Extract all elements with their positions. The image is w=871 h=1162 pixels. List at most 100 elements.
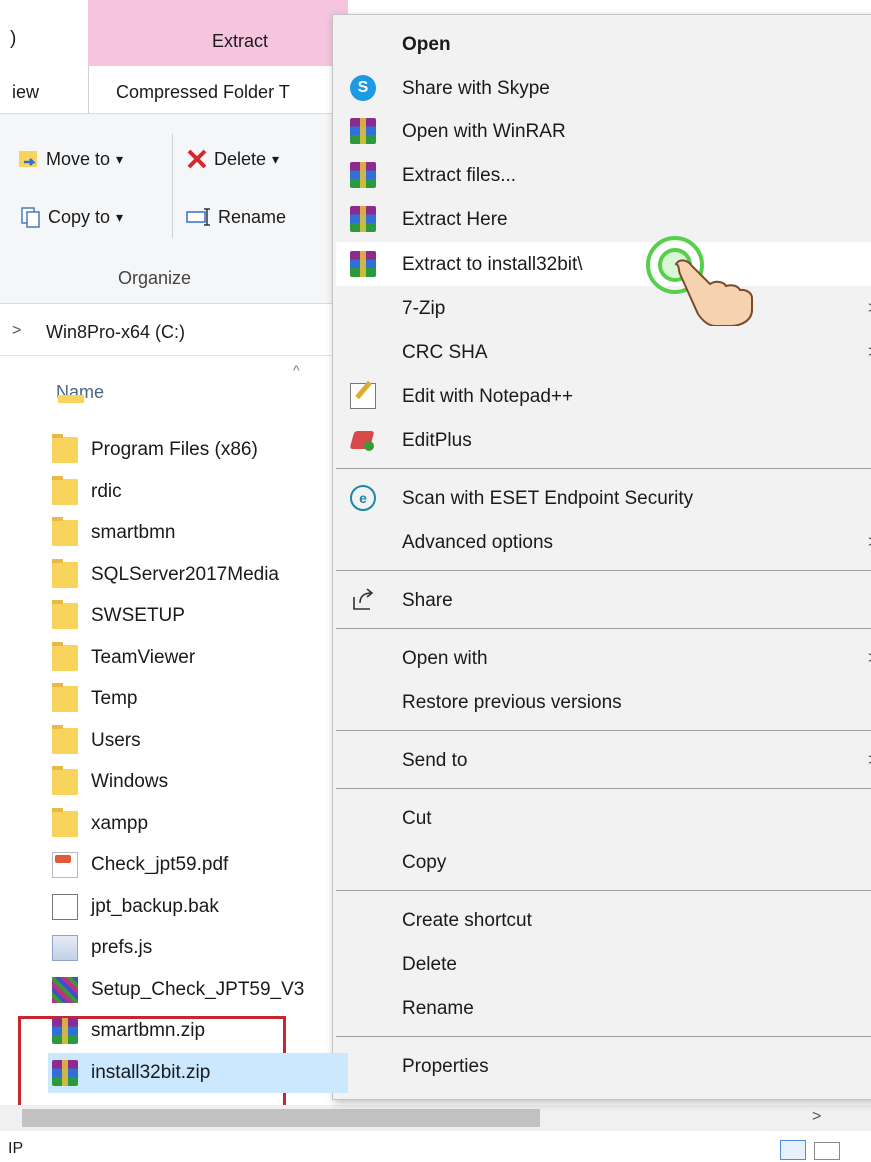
menu-item-extract-to-folder[interactable]: Extract to install32bit\ bbox=[336, 242, 871, 286]
file-list-item[interactable]: Check_jpt59.pdf bbox=[52, 845, 352, 885]
menu-separator bbox=[336, 788, 871, 789]
file-list-item[interactable]: Users bbox=[52, 721, 352, 761]
file-list-item[interactable]: rdic bbox=[52, 472, 352, 512]
folder-icon bbox=[52, 808, 78, 837]
menu-item-extract-here[interactable]: Extract Here bbox=[336, 197, 871, 241]
menu-item-label: Send to bbox=[402, 750, 468, 771]
rename-button[interactable]: Rename bbox=[186, 206, 286, 228]
pointing-hand-icon bbox=[674, 259, 753, 326]
menu-item-delete[interactable]: Delete bbox=[336, 942, 871, 986]
menu-item-send-to[interactable]: Send to > bbox=[336, 738, 871, 782]
menu-item-crc-sha[interactable]: CRC SHA > bbox=[336, 330, 871, 374]
large-icons-view-icon[interactable] bbox=[814, 1142, 840, 1160]
extract-context-tab[interactable]: Extract bbox=[88, 0, 348, 66]
menu-item-advanced-options[interactable]: Advanced options > bbox=[336, 520, 871, 564]
copy-to-button[interactable]: Copy to ▾ bbox=[20, 206, 123, 228]
menu-item-label: Cut bbox=[402, 808, 432, 829]
folder-icon bbox=[52, 766, 78, 795]
menu-item-edit-with-notepadpp[interactable]: Edit with Notepad++ bbox=[336, 374, 871, 418]
menu-item-open-with-winrar[interactable]: Open with WinRAR bbox=[336, 109, 871, 153]
file-name: Setup_Check_JPT59_V3 bbox=[91, 979, 305, 1000]
menu-item-label: CRC SHA bbox=[402, 342, 488, 363]
file-list-item[interactable]: xampp bbox=[52, 804, 352, 844]
winrar-archive-icon bbox=[52, 1018, 78, 1044]
menu-item-label: Share with Skype bbox=[402, 78, 550, 99]
move-to-button[interactable]: Move to ▾ bbox=[18, 148, 123, 170]
file-name: xampp bbox=[91, 813, 149, 834]
menu-item-open[interactable]: Open bbox=[336, 22, 871, 66]
tab-view[interactable]: iew bbox=[12, 82, 39, 103]
menu-item-properties[interactable]: Properties bbox=[336, 1044, 871, 1088]
menu-item-open-with[interactable]: Open with > bbox=[336, 636, 871, 680]
file-list-item[interactable]: jpt_backup.bak bbox=[52, 887, 352, 927]
breadcrumb-chevron-icon[interactable]: > bbox=[12, 322, 21, 340]
scrollbar-thumb[interactable] bbox=[22, 1109, 540, 1127]
folder-icon bbox=[52, 683, 78, 712]
menu-item-copy[interactable]: Copy bbox=[336, 840, 871, 884]
folder-icon bbox=[52, 559, 78, 588]
script-file-icon bbox=[52, 935, 78, 961]
breadcrumb-drive[interactable]: Win8Pro-x64 (C:) bbox=[46, 322, 185, 343]
file-name: jpt_backup.bak bbox=[91, 896, 219, 917]
menu-separator bbox=[336, 1036, 871, 1037]
file-list-item[interactable]: prefs.js bbox=[52, 928, 352, 968]
menu-item-7-zip[interactable]: 7-Zip > bbox=[336, 286, 871, 330]
menu-item-label: Delete bbox=[402, 954, 457, 975]
notepadpp-icon bbox=[350, 383, 376, 409]
menu-item-extract-files[interactable]: Extract files... bbox=[336, 153, 871, 197]
file-name: prefs.js bbox=[91, 937, 153, 958]
menu-item-label: EditPlus bbox=[402, 430, 472, 451]
file-list-item[interactable]: install32bit.zip bbox=[48, 1053, 348, 1093]
file-list-item[interactable]: Temp bbox=[52, 679, 352, 719]
move-to-icon bbox=[19, 151, 37, 167]
menu-item-share[interactable]: Share bbox=[336, 578, 871, 622]
status-text: IP bbox=[8, 1140, 24, 1157]
menu-item-share-with-skype[interactable]: S Share with Skype bbox=[336, 66, 871, 110]
winrar-icon bbox=[350, 162, 376, 188]
file-name: smartbmn.zip bbox=[91, 1020, 206, 1041]
details-view-icon[interactable] bbox=[780, 1140, 806, 1160]
file-list-item[interactable]: smartbmn.zip bbox=[52, 1011, 352, 1051]
menu-item-label: Edit with Notepad++ bbox=[402, 386, 574, 407]
file-list-item[interactable]: smartbmn bbox=[52, 513, 352, 553]
ribbon-tab-partial[interactable]: ) bbox=[10, 28, 16, 50]
file-list-item[interactable]: Program Files (x86) bbox=[52, 430, 352, 470]
winrar-archive-icon bbox=[52, 1060, 78, 1086]
file-name: Program Files (x86) bbox=[91, 439, 258, 460]
file-list-item[interactable]: Setup_Check_JPT59_V3 bbox=[52, 970, 352, 1010]
menu-item-label: Create shortcut bbox=[402, 910, 532, 931]
file-list-item[interactable]: SWSETUP bbox=[52, 596, 352, 636]
menu-item-label: Extract Here bbox=[402, 209, 508, 230]
menu-item-rename[interactable]: Rename bbox=[336, 986, 871, 1030]
file-name: TeamViewer bbox=[91, 647, 196, 668]
menu-item-create-shortcut[interactable]: Create shortcut bbox=[336, 898, 871, 942]
delete-button[interactable]: Delete ▾ bbox=[186, 148, 279, 170]
file-list-item[interactable]: TeamViewer bbox=[52, 638, 352, 678]
winrar-icon bbox=[350, 118, 376, 144]
file-name: smartbmn bbox=[91, 522, 176, 543]
organize-group-label: Organize bbox=[118, 268, 192, 288]
scroll-right-icon[interactable]: > bbox=[812, 1108, 821, 1126]
tab-compressed-folder-tools[interactable]: Compressed Folder T bbox=[116, 82, 290, 103]
ribbon-divider bbox=[172, 134, 173, 238]
menu-item-restore-previous-versions[interactable]: Restore previous versions bbox=[336, 680, 871, 724]
menu-item-editplus[interactable]: EditPlus bbox=[336, 418, 871, 462]
eset-icon: e bbox=[350, 485, 376, 511]
file-name: Users bbox=[91, 730, 141, 751]
folder-icon bbox=[52, 434, 78, 463]
file-list-item[interactable]: Windows bbox=[52, 762, 352, 802]
folder-icon bbox=[52, 642, 78, 671]
chevron-down-icon: ▾ bbox=[116, 208, 124, 225]
menu-item-label: 7-Zip bbox=[402, 298, 446, 319]
folder-icon bbox=[52, 476, 78, 505]
file-name: rdic bbox=[91, 481, 122, 502]
file-name: install32bit.zip bbox=[91, 1062, 211, 1083]
menu-item-cut[interactable]: Cut bbox=[336, 796, 871, 840]
menu-item-label: Advanced options bbox=[402, 532, 554, 553]
file-list-item[interactable]: SQLServer2017Media bbox=[52, 555, 352, 595]
menu-item-scan-eset[interactable]: e Scan with ESET Endpoint Security bbox=[336, 476, 871, 520]
move-to-label: Move to bbox=[46, 148, 111, 169]
delete-label: Delete bbox=[214, 148, 267, 169]
menu-separator bbox=[336, 730, 871, 731]
editplus-icon bbox=[350, 427, 376, 453]
